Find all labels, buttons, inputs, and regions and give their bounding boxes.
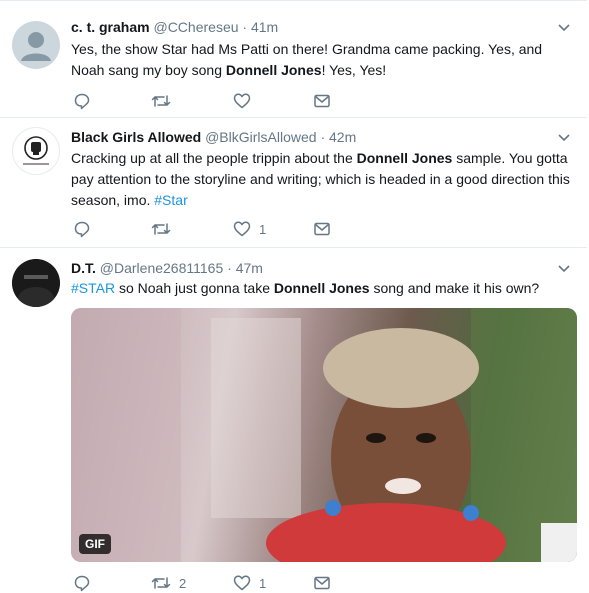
like-button[interactable]: 1 [233, 219, 266, 239]
tweet-actions [71, 91, 371, 111]
gif-badge: GIF [79, 534, 111, 554]
timeline-feed: c. t. graham @CChereseu · 41m Yes, the s… [0, 0, 589, 592]
user-handle[interactable]: @CChereseu [153, 19, 238, 35]
direct-message-icon [314, 222, 330, 236]
chevron-down-icon[interactable] [557, 264, 571, 274]
display-name[interactable]: Black Girls Allowed [71, 129, 201, 145]
retweet-icon [151, 223, 171, 235]
reply-button[interactable] [73, 91, 99, 111]
chevron-down-icon[interactable] [557, 23, 571, 33]
gif-preview-image [71, 308, 577, 562]
retweet-icon [151, 577, 171, 589]
tweet-header: c. t. graham @CChereseu · 41m [71, 17, 278, 37]
like-icon [233, 93, 251, 109]
reply-icon [74, 93, 90, 110]
hashtag-link[interactable]: #STAR [71, 280, 115, 296]
tweet-actions: 1 [71, 219, 371, 239]
separator-dot: · [227, 260, 232, 276]
reply-icon [74, 575, 90, 592]
direct-message-button[interactable] [313, 573, 331, 593]
tweet-content: Black Girls Allowed @BlkGirlsAllowed · 4… [71, 117, 573, 247]
tweet-header: D.T. @Darlene26811165 · 47m [71, 258, 263, 278]
retweet-button[interactable]: 2 [151, 573, 186, 593]
tweet-text: #STAR so Noah just gonna take Donnell Jo… [71, 280, 540, 296]
hashtag-link[interactable]: #Star [154, 192, 187, 208]
avatar[interactable] [12, 259, 60, 307]
user-handle[interactable]: @Darlene26811165 [100, 260, 223, 276]
tweet-actions: 2 1 [71, 573, 371, 593]
direct-message-icon [314, 94, 330, 108]
tweet[interactable]: Black Girls Allowed @BlkGirlsAllowed · 4… [0, 117, 587, 248]
avatar[interactable] [12, 21, 60, 69]
user-handle[interactable]: @BlkGirlsAllowed [205, 129, 316, 145]
fist-logo-icon [23, 136, 49, 165]
display-name[interactable]: D.T. [71, 260, 96, 276]
tweet-text: Cracking up at all the people trippin ab… [71, 150, 570, 208]
default-avatar-icon [12, 21, 60, 69]
timestamp[interactable]: 42m [329, 129, 356, 145]
tweet-content: c. t. graham @CChereseu · 41m Yes, the s… [71, 1, 573, 117]
like-icon [233, 575, 251, 591]
timestamp[interactable]: 47m [236, 260, 263, 276]
like-button[interactable] [233, 91, 259, 111]
like-icon [233, 221, 251, 237]
like-button[interactable]: 1 [233, 573, 266, 593]
tweet[interactable]: D.T. @Darlene26811165 · 47m #STAR so Noa… [0, 248, 587, 592]
retweet-button[interactable] [151, 219, 179, 239]
reply-icon [74, 221, 90, 238]
direct-message-button[interactable] [313, 219, 331, 239]
reply-button[interactable] [73, 573, 99, 593]
reply-button[interactable] [73, 219, 99, 239]
retweet-button[interactable] [151, 91, 179, 111]
chevron-down-icon[interactable] [557, 133, 571, 143]
tweet-header: Black Girls Allowed @BlkGirlsAllowed · 4… [71, 127, 356, 147]
display-name[interactable]: c. t. graham [71, 19, 150, 35]
tweet[interactable]: c. t. graham @CChereseu · 41m Yes, the s… [0, 0, 587, 118]
gif-media[interactable]: GIF [71, 308, 577, 562]
direct-message-icon [314, 576, 330, 590]
direct-message-button[interactable] [313, 91, 331, 111]
separator-dot: · [242, 19, 248, 35]
profile-photo [12, 259, 60, 307]
retweet-icon [151, 95, 171, 107]
avatar[interactable] [12, 127, 60, 175]
timestamp[interactable]: 41m [251, 19, 278, 35]
tweet-text: Yes, the show Star had Ms Patti on there… [71, 41, 543, 78]
separator-dot: · [320, 129, 326, 145]
